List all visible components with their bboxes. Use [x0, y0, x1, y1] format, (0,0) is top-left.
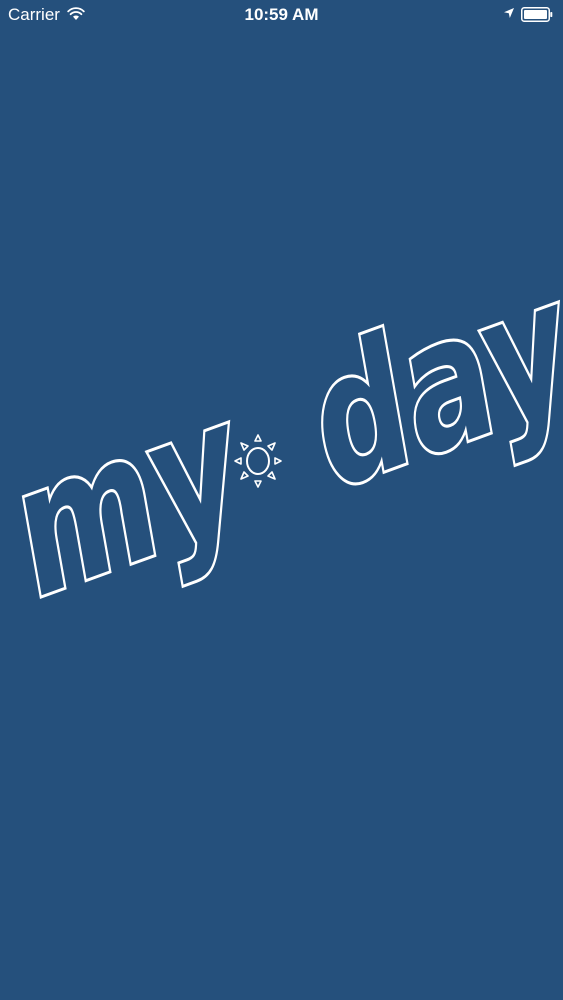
sun-icon [234, 434, 282, 488]
splash-screen: Carrier 10:59 AM my day [0, 0, 563, 1000]
app-logo: my day [0, 234, 563, 645]
logo-word-day: day [299, 237, 563, 534]
logo-word-my: my [2, 357, 255, 642]
